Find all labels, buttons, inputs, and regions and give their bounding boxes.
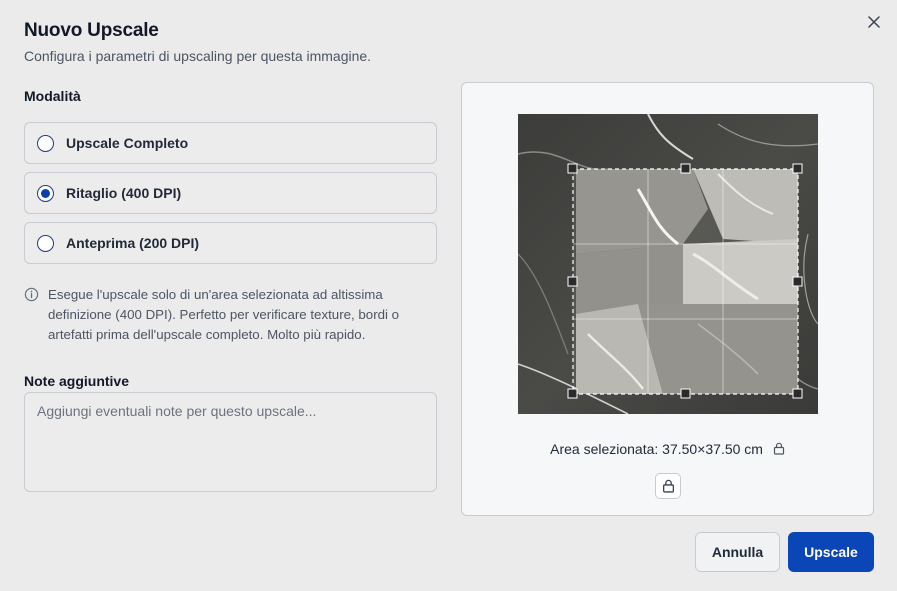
mode-info: Esegue l'upscale solo di un'area selezio… [24,285,429,345]
mode-info-text: Esegue l'upscale solo di un'area selezio… [48,287,400,342]
lock-icon [773,442,785,458]
selected-area-text: Area selezionata: 37.50×37.50 cm [550,441,763,457]
cancel-button[interactable]: Annulla [695,532,780,572]
mode-label: Modalità [24,88,81,104]
radio-crop[interactable] [37,184,54,202]
mode-option-crop[interactable]: Ritaglio (400 DPI) [24,172,437,214]
radio-preview[interactable] [37,234,54,252]
marble-texture-image [518,114,818,414]
notes-label: Note aggiuntive [24,373,130,389]
lock-aspect-button[interactable] [655,473,681,499]
mode-option-full[interactable]: Upscale Completo [24,122,437,164]
info-icon [24,287,40,345]
mode-option-label: Ritaglio (400 DPI) [66,185,182,201]
upscale-dialog: Nuovo Upscale Configura i parametri di u… [0,0,897,591]
upscale-button[interactable]: Upscale [788,532,874,572]
mode-option-label: Upscale Completo [66,135,189,151]
dialog-title: Nuovo Upscale [24,20,159,41]
dialog-subtitle: Configura i parametri di upscaling per q… [24,48,372,64]
selected-area-label: Area selezionata: 37.50×37.50 cm [462,441,873,458]
mode-option-preview[interactable]: Anteprima (200 DPI) [24,222,437,264]
notes-textarea[interactable] [24,392,437,492]
radio-full[interactable] [37,134,54,152]
close-icon[interactable] [864,12,884,32]
mode-option-label: Anteprima (200 DPI) [66,235,200,251]
crop-preview-panel: Area selezionata: 37.50×37.50 cm [461,82,874,516]
